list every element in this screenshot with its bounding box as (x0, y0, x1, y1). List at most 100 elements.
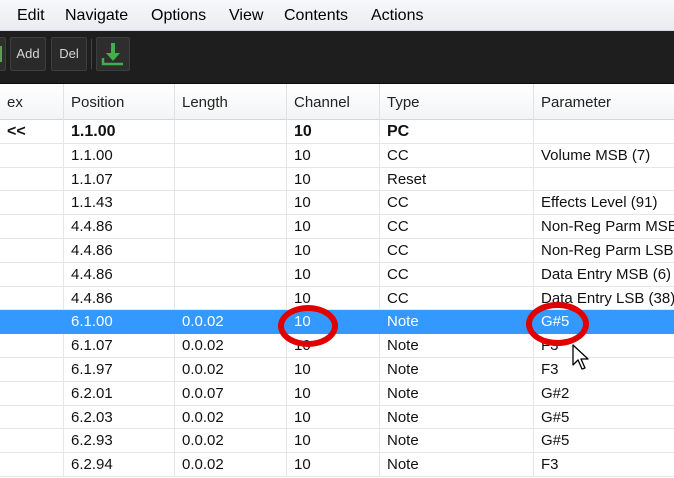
cell-position[interactable]: 6.1.00 (64, 310, 175, 334)
table-row[interactable]: 6.2.01 0.0.07 10 Note G#2 (0, 381, 674, 406)
cell-type[interactable]: Note (380, 334, 534, 357)
cell-channel[interactable]: 10 (287, 358, 380, 381)
cell-parameter[interactable] (534, 168, 674, 191)
table-row[interactable]: 6.2.94 0.0.02 10 Note F3 (0, 453, 674, 477)
menu-actions[interactable]: Actions (371, 0, 423, 31)
cell-position[interactable]: 6.2.03 (64, 405, 175, 429)
table-row[interactable]: 4.4.86 10 CC Data Entry LSB (38) (0, 286, 674, 311)
cell-length[interactable] (175, 262, 287, 286)
cell-index[interactable] (0, 429, 64, 453)
cell-parameter[interactable]: G#5 (534, 429, 674, 452)
cell-position[interactable]: 1.1.43 (64, 191, 175, 215)
table-row[interactable]: 4.4.86 10 CC Non-Reg Parm MSB (0, 215, 674, 239)
cell-length[interactable] (175, 215, 287, 238)
cell-parameter[interactable]: Non-Reg Parm LSB (534, 239, 674, 262)
cell-channel[interactable]: 10 (287, 239, 380, 262)
column-header-position[interactable]: Position (64, 84, 175, 120)
cell-length[interactable]: 0.0.02 (175, 358, 287, 381)
cell-type[interactable]: CC (380, 262, 534, 286)
cell-position[interactable]: 1.1.07 (64, 167, 175, 191)
cell-type[interactable]: Note (380, 429, 534, 453)
cell-parameter[interactable] (534, 120, 674, 143)
cell-position[interactable]: 4.4.86 (64, 286, 175, 310)
cell-position[interactable]: 1.1.00 (64, 143, 175, 167)
column-header-channel[interactable]: Channel (287, 84, 380, 120)
menu-options[interactable]: Options (151, 0, 206, 31)
cell-channel[interactable]: 10 (287, 262, 380, 286)
cell-index[interactable] (0, 381, 64, 405)
cell-channel[interactable]: 10 (287, 167, 380, 191)
cell-channel[interactable]: 10 (287, 453, 380, 476)
cell-type[interactable]: PC (380, 120, 534, 143)
cell-parameter[interactable]: Non-Reg Parm MSB (534, 215, 674, 238)
cell-parameter[interactable]: Data Entry LSB (38) (534, 287, 674, 310)
cell-length[interactable]: 0.0.02 (175, 405, 287, 429)
cell-parameter[interactable]: G#2 (534, 382, 674, 405)
cell-length[interactable]: 0.0.02 (175, 429, 287, 453)
table-row[interactable]: 4.4.86 10 CC Non-Reg Parm LSB (0, 239, 674, 263)
cell-channel[interactable]: 10 (287, 334, 380, 357)
table-row[interactable]: 1.1.43 10 CC Effects Level (91) (0, 191, 674, 216)
cell-index[interactable] (0, 310, 64, 334)
insert-button[interactable] (96, 37, 130, 71)
cell-length[interactable]: 0.0.02 (175, 453, 287, 476)
cell-index[interactable] (0, 453, 64, 476)
cell-index[interactable] (0, 143, 64, 167)
cell-index[interactable] (0, 262, 64, 286)
cell-type[interactable]: CC (380, 286, 534, 310)
cell-parameter[interactable]: Effects Level (91) (534, 191, 674, 214)
cell-channel[interactable]: 10 (287, 215, 380, 238)
cell-channel[interactable]: 10 (287, 191, 380, 215)
cell-length[interactable] (175, 239, 287, 262)
table-row[interactable]: 1.1.07 10 Reset (0, 167, 674, 192)
cell-channel[interactable]: 10 (287, 120, 380, 143)
cell-position[interactable]: 6.2.93 (64, 429, 175, 453)
cell-length[interactable] (175, 286, 287, 310)
cell-parameter[interactable]: G#5 (534, 310, 674, 333)
cell-position[interactable]: 1.1.00 (64, 120, 175, 143)
cell-type[interactable]: CC (380, 215, 534, 238)
cell-length[interactable]: 0.0.02 (175, 334, 287, 357)
cell-index[interactable] (0, 334, 64, 357)
cell-type[interactable]: CC (380, 143, 534, 167)
del-button[interactable]: Del (51, 37, 87, 71)
cell-parameter[interactable]: Data Entry MSB (6) (534, 263, 674, 286)
menu-edit[interactable]: Edit (17, 0, 45, 31)
grid-icon[interactable] (0, 37, 6, 71)
column-header-length[interactable]: Length (175, 84, 287, 120)
cell-length[interactable]: 0.0.07 (175, 381, 287, 405)
cell-channel[interactable]: 10 (287, 405, 380, 429)
cell-type[interactable]: Note (380, 310, 534, 334)
cell-index[interactable] (0, 405, 64, 429)
cell-position[interactable]: 4.4.86 (64, 239, 175, 262)
cell-type[interactable]: CC (380, 239, 534, 262)
cell-type[interactable]: Note (380, 453, 534, 476)
table-row[interactable]: 4.4.86 10 CC Data Entry MSB (6) (0, 262, 674, 287)
cell-position[interactable]: 4.4.86 (64, 262, 175, 286)
cell-channel[interactable]: 10 (287, 310, 380, 334)
cell-type[interactable]: Note (380, 405, 534, 429)
table-row[interactable]: 1.1.00 10 CC Volume MSB (7) (0, 143, 674, 168)
table-row[interactable]: 6.2.03 0.0.02 10 Note G#5 (0, 405, 674, 430)
cell-index[interactable] (0, 191, 64, 215)
cell-index[interactable] (0, 358, 64, 381)
cell-type[interactable]: Reset (380, 167, 534, 191)
cell-parameter[interactable]: F3 (534, 334, 674, 357)
cell-type[interactable]: Note (380, 358, 534, 381)
cell-parameter[interactable]: F3 (534, 358, 674, 381)
table-row[interactable]: 6.2.93 0.0.02 10 Note G#5 (0, 429, 674, 454)
add-button[interactable]: Add (10, 37, 46, 71)
cell-parameter[interactable]: Volume MSB (7) (534, 144, 674, 167)
cell-type[interactable]: Note (380, 381, 534, 405)
column-header-type[interactable]: Type (380, 84, 534, 120)
cell-length[interactable]: 0.0.02 (175, 310, 287, 334)
table-row[interactable]: 6.1.00 0.0.02 10 Note G#5 (0, 310, 674, 335)
menu-view[interactable]: View (229, 0, 263, 31)
column-header-index[interactable]: ex (0, 84, 64, 120)
cell-index[interactable] (0, 215, 64, 238)
cell-index[interactable] (0, 286, 64, 310)
menu-contents[interactable]: Contents (284, 0, 348, 31)
cell-position[interactable]: 4.4.86 (64, 215, 175, 238)
cell-position[interactable]: 6.2.01 (64, 381, 175, 405)
cell-length[interactable] (175, 167, 287, 191)
